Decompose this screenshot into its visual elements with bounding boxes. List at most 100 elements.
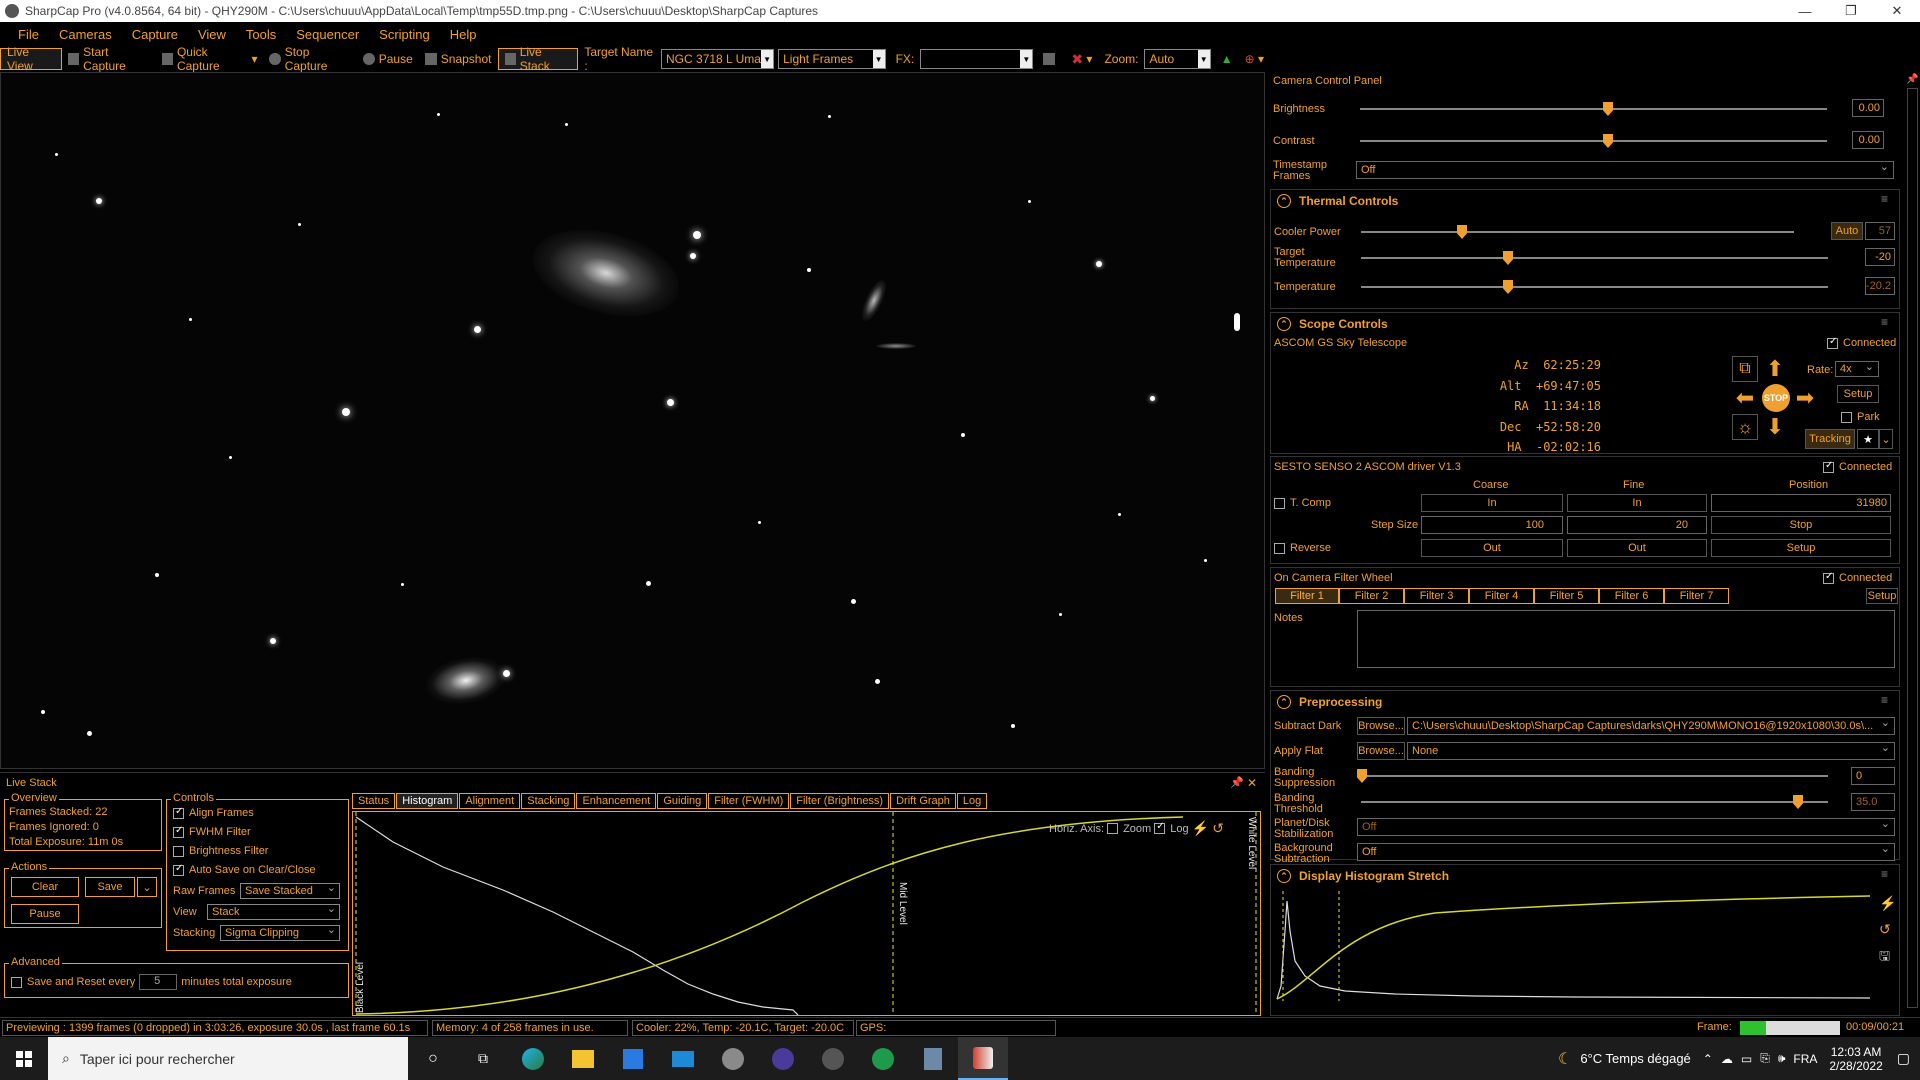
- target-name-input[interactable]: NGC 3718 L Uma ▼: [661, 49, 775, 69]
- menu-cameras[interactable]: Cameras: [59, 27, 112, 42]
- target-temp-thumb[interactable]: [1503, 251, 1513, 265]
- tab-filter-brightness[interactable]: Filter (Brightness): [790, 793, 890, 809]
- pause-button[interactable]: Pause: [357, 48, 419, 70]
- menu-icon[interactable]: ≡: [1881, 192, 1888, 206]
- arrow-up-icon[interactable]: ⬆: [1762, 356, 1788, 382]
- coarse-out-button[interactable]: Out: [1421, 539, 1563, 557]
- quick-capture-button[interactable]: Quick Capture ▾: [156, 45, 264, 73]
- browse-dark-button[interactable]: Browse...: [1357, 717, 1405, 735]
- save-dropdown-button[interactable]: ⌄: [137, 877, 157, 897]
- menu-file[interactable]: File: [18, 27, 39, 42]
- focuser-setup-button[interactable]: Setup: [1711, 539, 1891, 557]
- focuser-stop-button[interactable]: Stop: [1711, 516, 1891, 534]
- frame-type-select[interactable]: Light Frames ▼: [778, 49, 886, 69]
- tab-histogram[interactable]: Histogram: [396, 793, 459, 809]
- flat-file-select[interactable]: None: [1407, 741, 1895, 760]
- store-icon[interactable]: [608, 1037, 658, 1080]
- panel-scrollbar[interactable]: [1907, 88, 1918, 1008]
- fine-out-button[interactable]: Out: [1567, 539, 1707, 557]
- battery-icon[interactable]: ▭: [1741, 1052, 1752, 1066]
- browse-flat-button[interactable]: Browse...: [1357, 742, 1405, 760]
- start-capture-button[interactable]: Start Capture: [62, 45, 156, 73]
- taskbar-search-box[interactable]: ⌕ Taper ici pour rechercher: [48, 1037, 408, 1080]
- histogram-stretch-header[interactable]: ⌃ Display Histogram Stretch: [1271, 865, 1899, 887]
- file-explorer-icon[interactable]: [558, 1037, 608, 1080]
- cortana-icon[interactable]: ○: [408, 1037, 458, 1080]
- edge-icon[interactable]: [508, 1037, 558, 1080]
- reset-stretch-icon[interactable]: ↺: [1879, 921, 1891, 938]
- star-icon[interactable]: ★: [1857, 429, 1879, 449]
- auto-stretch-icon[interactable]: ⚡: [1879, 895, 1896, 912]
- calculator-icon[interactable]: [908, 1037, 958, 1080]
- pin-icon[interactable]: 📌: [1230, 776, 1244, 789]
- network-icon[interactable]: ⎘: [1760, 1051, 1770, 1066]
- focuser-position-value[interactable]: 31980: [1711, 494, 1891, 512]
- thermal-controls-header[interactable]: ⌃ Thermal Controls: [1271, 190, 1899, 212]
- menu-help[interactable]: Help: [450, 27, 477, 42]
- stack-pause-button[interactable]: Pause: [11, 904, 79, 924]
- app-icon-1[interactable]: [708, 1037, 758, 1080]
- scope-setup-button[interactable]: Setup: [1837, 385, 1879, 403]
- banding-suppression-thumb[interactable]: [1357, 769, 1367, 783]
- brightness-filter-checkbox[interactable]: [173, 845, 184, 857]
- brightness-slider-thumb[interactable]: [1603, 102, 1613, 116]
- fx-settings-button[interactable]: [1037, 48, 1065, 70]
- coarse-step-stepper[interactable]: 100: [1421, 516, 1563, 534]
- filter-3-button[interactable]: Filter 3: [1404, 588, 1469, 604]
- banding-threshold-slider[interactable]: [1361, 801, 1828, 803]
- clock[interactable]: 12:03 AM 2/28/2022: [1829, 1045, 1882, 1073]
- contrast-slider[interactable]: [1360, 140, 1827, 142]
- magnifier-button[interactable]: ⊕ ▾: [1239, 48, 1270, 70]
- raw-frames-select[interactable]: Save Stacked: [240, 881, 340, 899]
- background-subtraction-select[interactable]: Off: [1357, 842, 1895, 861]
- stack-histogram-chart[interactable]: Black Level Mid Level White Level Horiz.…: [352, 811, 1261, 1016]
- chevron-down-icon[interactable]: ⌄: [1879, 429, 1893, 449]
- cloud-icon[interactable]: ☁: [1721, 1052, 1733, 1066]
- fwhm-filter-checkbox[interactable]: [173, 825, 184, 838]
- live-view-button[interactable]: Live View: [0, 45, 62, 73]
- filter-1-button[interactable]: Filter 1: [1275, 588, 1339, 604]
- tab-guiding[interactable]: Guiding: [657, 793, 708, 809]
- camera-image-view[interactable]: [0, 72, 1265, 769]
- notifications-icon[interactable]: ▢: [1897, 1050, 1910, 1067]
- arrow-right-icon[interactable]: ➡: [1792, 385, 1818, 411]
- t-comp-checkbox[interactable]: [1274, 497, 1285, 509]
- menu-icon[interactable]: ≡: [1881, 867, 1888, 881]
- minimize-button[interactable]: —: [1782, 0, 1828, 22]
- tab-filter-fwhm[interactable]: Filter (FWHM): [708, 793, 790, 809]
- app-icon-3[interactable]: [858, 1037, 908, 1080]
- cooler-power-slider[interactable]: [1361, 231, 1794, 233]
- brightness-value[interactable]: 0.00: [1852, 99, 1884, 117]
- snapshot-button[interactable]: Snapshot: [419, 48, 498, 70]
- cooler-power-thumb[interactable]: [1457, 225, 1467, 239]
- chevron-up-icon[interactable]: ⌃: [1703, 1052, 1713, 1066]
- reverse-checkbox[interactable]: [1274, 542, 1285, 554]
- scope-connected-checkbox[interactable]: [1827, 336, 1838, 349]
- arrow-left-icon[interactable]: ⬅: [1732, 385, 1758, 411]
- filter-2-button[interactable]: Filter 2: [1339, 588, 1404, 604]
- clear-button[interactable]: Clear: [11, 877, 79, 897]
- timestamp-frames-select[interactable]: Off: [1356, 160, 1894, 179]
- tab-log[interactable]: Log: [956, 793, 988, 809]
- contrast-slider-thumb[interactable]: [1603, 134, 1613, 148]
- fx-select[interactable]: ▼: [920, 49, 1034, 69]
- language-indicator[interactable]: FRA: [1793, 1052, 1817, 1066]
- stacking-select[interactable]: Sigma Clipping: [220, 923, 340, 941]
- display-histogram-chart[interactable]: [1275, 891, 1875, 1001]
- close-button[interactable]: ✕: [1874, 0, 1920, 22]
- target-temp-slider[interactable]: [1361, 257, 1828, 259]
- align-frames-checkbox[interactable]: [173, 806, 184, 819]
- filter-6-button[interactable]: Filter 6: [1599, 588, 1664, 604]
- tracking-button[interactable]: Tracking: [1805, 429, 1855, 449]
- app-icon-2[interactable]: [808, 1037, 858, 1080]
- menu-icon[interactable]: ≡: [1881, 693, 1888, 707]
- menu-capture[interactable]: Capture: [132, 27, 178, 42]
- notes-textarea[interactable]: [1357, 610, 1895, 668]
- task-view-icon[interactable]: ⧉: [458, 1037, 508, 1080]
- planet-stabilization-select[interactable]: Off: [1357, 817, 1895, 836]
- tab-enhancement[interactable]: Enhancement: [576, 793, 657, 809]
- auto-stretch-icon[interactable]: ⚡: [1192, 820, 1209, 837]
- banding-suppression-slider[interactable]: [1361, 775, 1828, 777]
- zoom-checkbox[interactable]: [1107, 823, 1119, 834]
- histogram-tool-button[interactable]: ▲: [1215, 48, 1239, 70]
